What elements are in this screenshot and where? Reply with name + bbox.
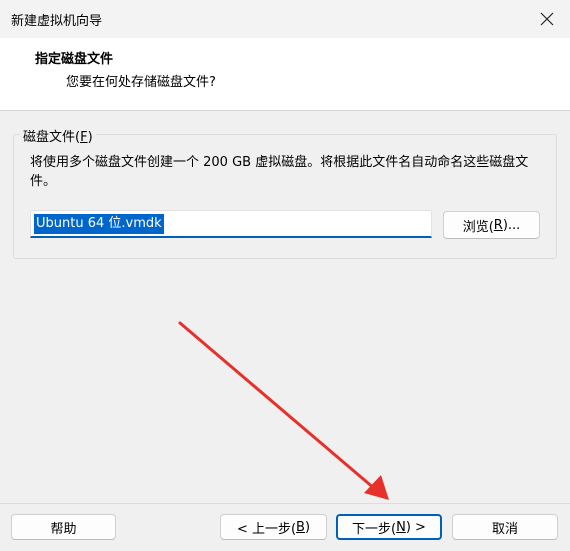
disk-filename-input[interactable]: Ubuntu 64 位.vmdk	[30, 210, 432, 238]
window-title: 新建虚拟机向导	[11, 14, 103, 29]
page-title: 指定磁盘文件	[35, 52, 114, 67]
back-button[interactable]: < 上一步(B)	[220, 514, 327, 540]
next-button[interactable]: 下一步(N) >	[336, 514, 442, 540]
disk-filename-value: Ubuntu 64 位.vmdk	[34, 214, 164, 234]
wizard-header: 指定磁盘文件 您要在何处存储磁盘文件?	[0, 38, 570, 111]
page-subtitle: 您要在何处存储磁盘文件?	[66, 75, 216, 90]
browse-button[interactable]: 浏览(R)...	[443, 211, 540, 239]
close-icon	[540, 12, 554, 26]
close-button[interactable]	[524, 0, 570, 38]
help-button[interactable]: 帮助	[11, 514, 116, 540]
title-bar: 新建虚拟机向导	[0, 0, 570, 39]
disk-file-group-label: 磁盘文件(F)	[20, 126, 96, 145]
cancel-button[interactable]: 取消	[452, 514, 558, 540]
disk-file-description: 将使用多个磁盘文件创建一个 200 GB 虚拟磁盘。将根据此文件名自动命名这些磁…	[30, 155, 529, 189]
footer-divider	[0, 503, 570, 504]
